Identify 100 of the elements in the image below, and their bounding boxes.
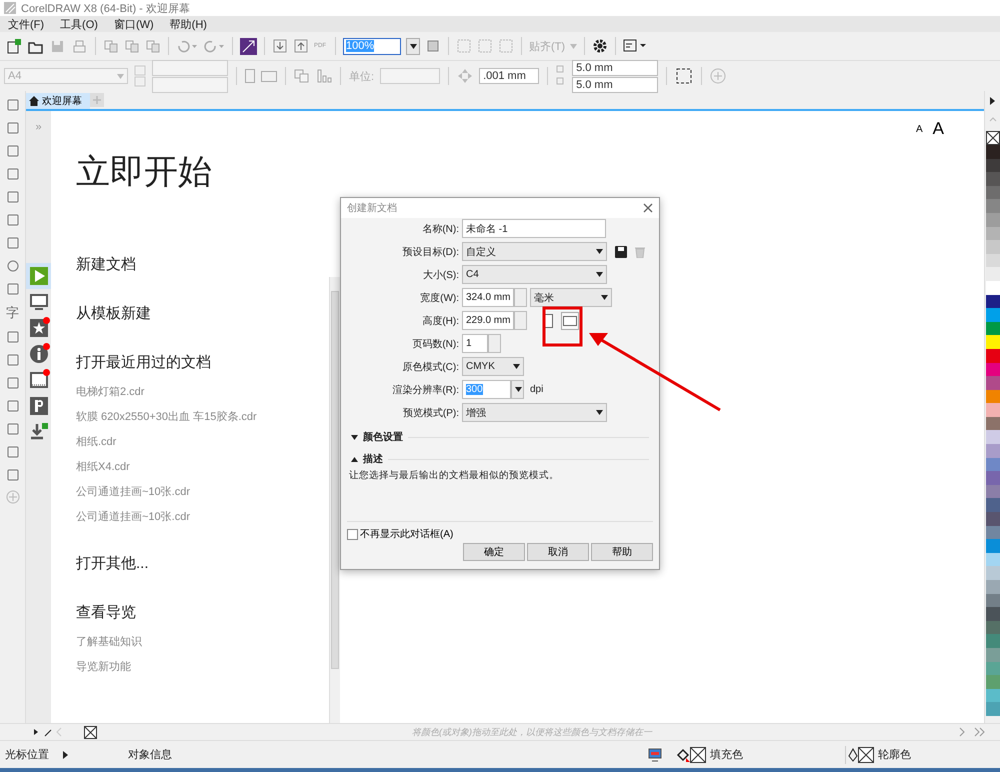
- dropdown[interactable]: C4: [462, 265, 607, 284]
- color-swatch[interactable]: [986, 444, 1000, 458]
- nudge-field[interactable]: .001 mm: [479, 68, 540, 84]
- scrollbar[interactable]: [329, 277, 340, 723]
- width-field[interactable]: [152, 60, 228, 76]
- color-swatch[interactable]: [986, 526, 1000, 540]
- color-swatch[interactable]: [986, 634, 1000, 648]
- input-field[interactable]: 324.0 mm: [462, 288, 514, 307]
- monitor-icon[interactable]: [648, 748, 662, 762]
- color-swatch[interactable]: [986, 199, 1000, 213]
- dialog-button[interactable]: 取消: [527, 543, 589, 561]
- section-header[interactable]: 颜色设置: [363, 430, 403, 444]
- dialog-button[interactable]: 确定: [463, 543, 525, 561]
- color-swatch[interactable]: [986, 308, 1000, 322]
- fill-bucket-icon[interactable]: [676, 748, 690, 762]
- paste-icon[interactable]: [145, 38, 161, 54]
- dialog-button[interactable]: 帮助: [591, 543, 653, 561]
- duplicate-x-field[interactable]: 5.0 mm: [572, 60, 658, 76]
- color-swatch[interactable]: [986, 458, 1000, 472]
- color-swatch[interactable]: [986, 376, 1000, 390]
- recent-link[interactable]: 相纸X4.cdr: [76, 459, 329, 474]
- window-layout-icon[interactable]: [623, 38, 648, 54]
- duplicate-icon[interactable]: [124, 38, 140, 54]
- all-pages-icon[interactable]: [294, 68, 310, 84]
- landscape-icon[interactable]: [261, 70, 277, 82]
- color-swatch[interactable]: [986, 648, 1000, 662]
- menu-item[interactable]: 文件(F): [0, 16, 52, 32]
- menu-item[interactable]: 帮助(H): [162, 16, 215, 32]
- color-swatch[interactable]: [986, 403, 1000, 417]
- landscape-button[interactable]: [561, 312, 579, 330]
- color-swatch[interactable]: [986, 335, 1000, 349]
- section-header[interactable]: 描述: [363, 452, 383, 466]
- color-swatch[interactable]: [986, 702, 1000, 716]
- color-swatch[interactable]: [986, 498, 1000, 512]
- color-swatch[interactable]: [986, 688, 1000, 702]
- copy-icon[interactable]: [103, 38, 119, 54]
- color-swatch[interactable]: [986, 594, 1000, 608]
- recent-link[interactable]: 相纸.cdr: [76, 434, 329, 449]
- portrait-icon[interactable]: [245, 69, 255, 83]
- input-field[interactable]: 未命名 -1: [462, 219, 606, 238]
- color-swatch[interactable]: [986, 607, 1000, 621]
- recent-link[interactable]: 公司通道挂画~10张.cdr: [76, 509, 329, 524]
- expand-arrow-icon[interactable]: [63, 750, 68, 758]
- no-outline-swatch[interactable]: [858, 746, 874, 762]
- color-swatch[interactable]: [986, 240, 1000, 254]
- color-swatch[interactable]: [986, 539, 1000, 553]
- welcome-link[interactable]: 打开最近用过的文档: [76, 353, 329, 372]
- dropdown-button[interactable]: [406, 38, 420, 54]
- no-color-swatch[interactable]: [84, 726, 97, 738]
- menu-item[interactable]: 工具(O): [52, 16, 106, 32]
- color-swatch[interactable]: [986, 471, 1000, 485]
- dropdown[interactable]: 自定义: [462, 242, 607, 261]
- color-swatch[interactable]: [986, 348, 1000, 362]
- menu-item[interactable]: 窗口(W): [106, 16, 162, 32]
- color-swatch[interactable]: [986, 267, 1000, 281]
- color-swatch[interactable]: [986, 362, 1000, 376]
- welcome-link[interactable]: 打开其他...: [76, 554, 329, 573]
- color-swatch[interactable]: [986, 186, 1000, 200]
- import-icon[interactable]: [272, 38, 288, 54]
- treat-as-filled-icon[interactable]: [675, 67, 694, 85]
- dropdown[interactable]: CMYK: [462, 357, 524, 376]
- expand-caret-icon[interactable]: [351, 434, 358, 440]
- settings-icon[interactable]: [592, 38, 608, 54]
- height-field[interactable]: [152, 76, 228, 92]
- welcome-link[interactable]: 从模板新建: [76, 304, 329, 323]
- color-swatch[interactable]: [986, 512, 1000, 526]
- recent-link[interactable]: 电梯灯箱2.cdr: [76, 384, 329, 399]
- color-swatch[interactable]: [986, 566, 1000, 580]
- color-swatch[interactable]: [986, 430, 1000, 444]
- docker-item[interactable]: [26, 263, 51, 289]
- export-icon[interactable]: [293, 38, 309, 54]
- color-swatch[interactable]: [986, 390, 1000, 404]
- color-swatch[interactable]: [986, 226, 1000, 240]
- dropdown-button[interactable]: [511, 380, 524, 399]
- no-fill-swatch[interactable]: [690, 746, 706, 762]
- color-swatch[interactable]: [986, 675, 1000, 689]
- color-swatch[interactable]: [986, 254, 1000, 268]
- current-page-icon[interactable]: [316, 68, 332, 84]
- redo-icon[interactable]: [203, 38, 225, 54]
- undo-icon[interactable]: [176, 38, 198, 54]
- input-field[interactable]: 1: [462, 334, 488, 353]
- welcome-link[interactable]: 新建文档: [76, 255, 329, 274]
- font-larger-button[interactable]: A: [932, 119, 944, 139]
- recent-link[interactable]: 公司通道挂画~10张.cdr: [76, 484, 329, 499]
- recent-link[interactable]: 软膜 620x2550+30出血 车15胶条.cdr: [76, 409, 329, 424]
- color-swatch[interactable]: [986, 280, 1000, 295]
- color-swatch[interactable]: [986, 416, 1000, 430]
- print-icon[interactable]: [71, 38, 88, 54]
- color-swatch[interactable]: [986, 580, 1000, 594]
- pen-nib-icon[interactable]: [848, 748, 858, 762]
- color-swatch[interactable]: [986, 172, 1000, 186]
- color-swatch[interactable]: [986, 484, 1000, 498]
- duplicate-y-field[interactable]: 5.0 mm: [572, 76, 658, 92]
- input-field[interactable]: 229.0 mm: [462, 311, 514, 330]
- dont-show-checkbox[interactable]: 不再显示此对话框(A): [347, 527, 454, 541]
- dropdown[interactable]: 毫米: [530, 288, 612, 307]
- color-swatch[interactable]: [986, 145, 1000, 159]
- font-smaller-button[interactable]: A: [916, 124, 923, 135]
- save-icon[interactable]: [615, 246, 627, 258]
- dropdown[interactable]: 增强: [462, 403, 607, 422]
